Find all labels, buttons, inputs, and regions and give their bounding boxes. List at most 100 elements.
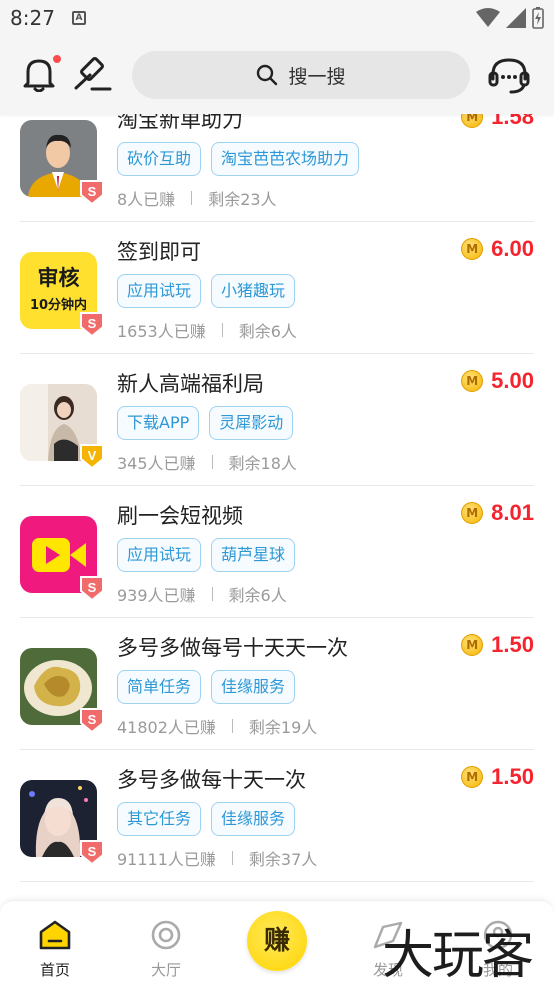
earned-count: 91111人已赚 xyxy=(117,850,216,869)
task-tag: 应用试玩 xyxy=(117,274,202,308)
signal-icon xyxy=(506,8,526,28)
earned-count: 41802人已赚 xyxy=(117,718,216,737)
task-tag: 佳缘服务 xyxy=(211,802,296,836)
task-price: 1.50 xyxy=(491,764,534,789)
task-reward: M 6.00 xyxy=(461,236,534,262)
task-tag: 淘宝芭芭农场助力 xyxy=(211,142,360,176)
tab-hall-label: 大厅 xyxy=(150,961,181,979)
notification-dot xyxy=(53,55,61,63)
s-level-badge-icon: S xyxy=(80,312,104,337)
task-tag: 应用试玩 xyxy=(117,538,202,572)
task-tag: 简单任务 xyxy=(117,670,202,704)
target-icon xyxy=(151,920,181,950)
top-header: 搜一搜 xyxy=(0,38,554,114)
task-reward: M 5.00 xyxy=(461,368,534,394)
task-stats: 1653人已赚 剩余6人 xyxy=(117,318,297,342)
stats-divider xyxy=(211,587,213,601)
bell-icon[interactable] xyxy=(22,56,56,92)
stats-divider xyxy=(231,719,233,733)
remaining-count: 剩余6人 xyxy=(238,322,297,341)
task-tags: 其它任务 佳缘服务 xyxy=(117,802,296,836)
earned-count: 939人已赚 xyxy=(117,586,196,605)
task-title: 新人高端福利局 xyxy=(117,372,264,396)
home-icon xyxy=(39,920,71,950)
s-level-badge-icon: S xyxy=(80,576,104,601)
earn-button[interactable]: 赚 xyxy=(247,911,307,971)
notification-indicator-icon: A xyxy=(72,11,86,25)
task-price: 5.00 xyxy=(491,368,534,393)
task-tags: 砍价互助 淘宝芭芭农场助力 xyxy=(117,142,360,176)
task-title: 刷一会短视频 xyxy=(117,504,243,528)
task-item[interactable]: S 多号多做每号十天天一次 M 1.50 简单任务 佳缘服务 41802人已赚 … xyxy=(0,618,554,750)
s-level-badge-icon: S xyxy=(80,708,104,733)
svg-text:S: S xyxy=(88,316,97,331)
tab-home[interactable]: 首页 xyxy=(20,919,90,980)
task-stats: 91111人已赚 剩余37人 xyxy=(117,846,317,870)
task-tag: 砍价互助 xyxy=(117,142,202,176)
task-item[interactable]: S 多号多做每十天一次 M 1.50 其它任务 佳缘服务 91111人已赚 剩余… xyxy=(0,750,554,882)
remaining-count: 剩余19人 xyxy=(248,718,318,737)
svg-text:S: S xyxy=(88,712,97,727)
gavel-icon[interactable] xyxy=(72,56,112,92)
task-tags: 应用试玩 小猪趣玩 xyxy=(117,274,296,308)
task-title: 签到即可 xyxy=(117,240,201,264)
coin-icon: M xyxy=(461,370,484,392)
coin-icon: M xyxy=(461,634,484,656)
headset-icon[interactable] xyxy=(487,55,531,95)
status-bar: 8:27 A xyxy=(0,0,554,38)
watermark-text: 大玩客 xyxy=(382,926,534,985)
task-item[interactable]: S 刷一会短视频 M 8.01 应用试玩 葫芦星球 939人已赚 剩余6人 xyxy=(0,486,554,618)
stats-divider xyxy=(211,455,213,469)
svg-text:S: S xyxy=(88,580,97,595)
search-bar[interactable]: 搜一搜 xyxy=(132,51,470,99)
svg-text:S: S xyxy=(88,184,97,199)
task-price: 1.58 xyxy=(491,114,534,129)
task-item[interactable]: V 新人高端福利局 M 5.00 下载APP 灵犀影动 345人已赚 剩余18人 xyxy=(0,354,554,486)
task-tag: 佳缘服务 xyxy=(211,670,296,704)
task-tags: 简单任务 佳缘服务 xyxy=(117,670,296,704)
tab-home-label: 首页 xyxy=(39,961,70,979)
s-level-badge-icon: S xyxy=(80,840,104,865)
task-tag: 葫芦星球 xyxy=(211,538,296,572)
task-title: 多号多做每十天一次 xyxy=(117,768,306,792)
earned-count: 8人已赚 xyxy=(117,190,176,209)
svg-text:V: V xyxy=(88,448,97,463)
status-time: 8:27 xyxy=(10,6,55,30)
task-item[interactable]: S 淘宝新单助力 M 1.58 砍价互助 淘宝芭芭农场助力 8人已赚 剩余23人 xyxy=(0,114,554,222)
search-icon xyxy=(257,64,278,86)
task-tag: 下载APP xyxy=(117,406,200,440)
v-level-badge-icon: V xyxy=(80,444,104,469)
remaining-count: 剩余37人 xyxy=(248,850,318,869)
thumb-review-text: 审核 xyxy=(37,266,80,290)
task-list: S 淘宝新单助力 M 1.58 砍价互助 淘宝芭芭农场助力 8人已赚 剩余23人… xyxy=(0,114,554,900)
task-reward: M 1.58 xyxy=(461,114,534,130)
task-tags: 应用试玩 葫芦星球 xyxy=(117,538,296,572)
svg-text:S: S xyxy=(88,844,97,859)
task-stats: 41802人已赚 剩余19人 xyxy=(117,714,317,738)
task-stats: 939人已赚 剩余6人 xyxy=(117,582,287,606)
stats-divider xyxy=(191,191,193,205)
remaining-count: 剩余23人 xyxy=(208,190,277,209)
search-placeholder: 搜一搜 xyxy=(288,65,346,88)
coin-icon: M xyxy=(461,766,484,788)
coin-icon: M xyxy=(461,502,484,524)
remaining-count: 剩余6人 xyxy=(228,586,287,605)
bottom-tab-bar: 首页 大厅 赚 发现 我的 大玩客 xyxy=(0,900,554,985)
task-item[interactable]: 审核 10分钟内 S 签到即可 M 6.00 应用试玩 小猪趣玩 1653人已赚… xyxy=(0,222,554,354)
remaining-count: 剩余18人 xyxy=(228,454,297,473)
status-icons xyxy=(476,7,544,29)
task-reward: M 1.50 xyxy=(461,764,534,790)
earned-count: 345人已赚 xyxy=(117,454,196,473)
tab-hall[interactable]: 大厅 xyxy=(131,919,201,980)
task-reward: M 8.01 xyxy=(461,500,534,526)
task-tags: 下载APP 灵犀影动 xyxy=(117,406,294,440)
wifi-icon xyxy=(476,8,500,27)
row-divider xyxy=(20,881,534,882)
task-stats: 8人已赚 剩余23人 xyxy=(117,186,277,210)
task-stats: 345人已赚 剩余18人 xyxy=(117,450,297,474)
battery-icon xyxy=(532,7,544,29)
coin-icon: M xyxy=(461,238,484,260)
stats-divider xyxy=(231,851,233,865)
coin-icon: M xyxy=(461,114,484,128)
stats-divider xyxy=(221,323,223,337)
